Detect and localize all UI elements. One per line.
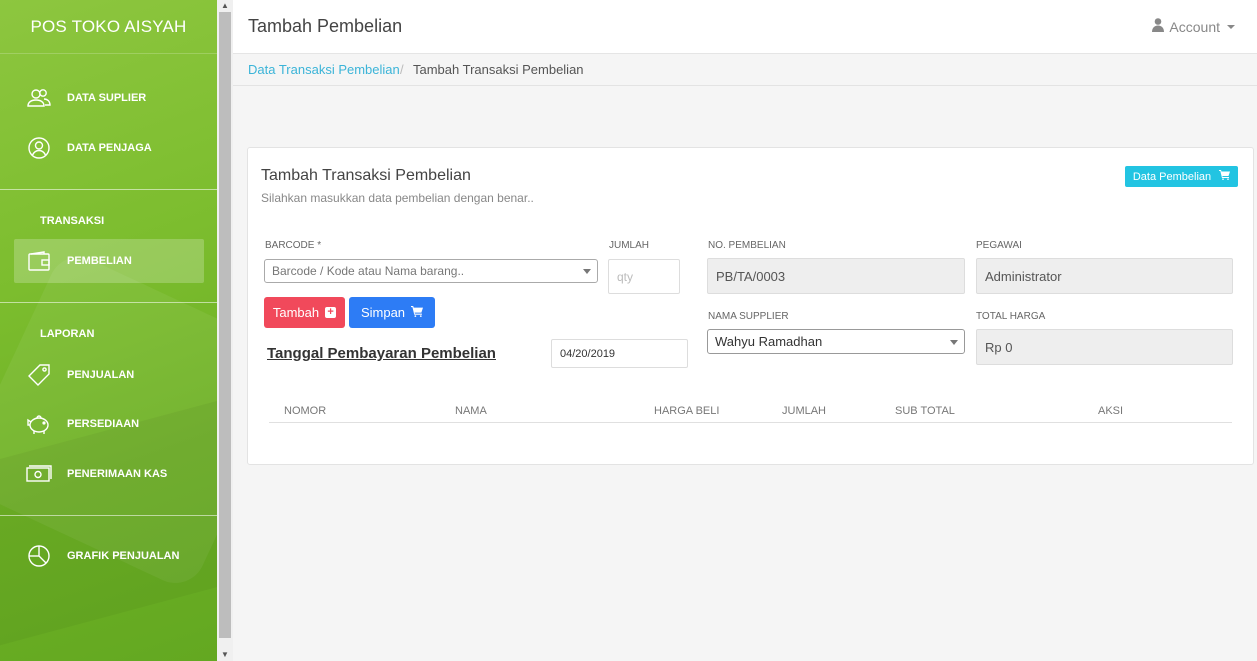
scroll-up-arrow-icon[interactable]: ▲ [217,0,233,12]
sidebar-item-label: PENJUALAN [67,369,135,381]
tanggal-pembayaran-input[interactable]: 04/20/2019 [551,339,688,368]
jumlah-input[interactable]: qty [608,259,680,294]
total-harga-field: Rp 0 [976,329,1233,365]
no-pembelian-field: PB/TA/0003 [707,258,965,294]
sidebar-item-data-penjaga[interactable]: DATA PENJAGA [14,126,204,170]
chevron-down-icon [583,269,591,274]
sidebar-item-label: PENERIMAAN KAS [67,468,168,480]
cart-icon [411,305,424,320]
sidebar-item-penjualan[interactable]: PENJUALAN [14,353,204,397]
table-header-nama: NAMA [455,405,487,417]
breadcrumb-current: Tambah Transaksi Pembelian [413,62,584,77]
simpan-button[interactable]: Simpan [349,297,435,328]
wallet-icon [26,248,52,274]
table-header-sub-total: SUB TOTAL [895,405,955,417]
tag-icon [26,362,52,388]
user-circle-icon [26,135,52,161]
total-harga-value: Rp 0 [985,339,1013,355]
breadcrumb-separator: / [400,62,404,77]
sidebar: POS TOKO AISYAH DATA SUPLIER DATA PENJAG… [0,0,217,661]
account-menu[interactable]: Account [1152,18,1235,35]
sidebar-divider [0,189,217,190]
sidebar-item-data-suplier[interactable]: DATA SUPLIER [14,76,204,120]
brand-title[interactable]: POS TOKO AISYAH [0,0,217,54]
breadcrumb-link-data-transaksi[interactable]: Data Transaksi Pembelian [248,54,400,85]
user-icon [1152,18,1165,35]
tanggal-value: 04/20/2019 [560,347,616,360]
nama-supplier-select[interactable]: Wahyu Ramadhan [707,329,965,354]
panel-subtitle: Silahkan masukkan data pembelian dengan … [261,191,534,205]
page-title: Tambah Pembelian [248,16,403,36]
pegawai-value: Administrator [985,268,1062,284]
pegawai-label: PEGAWAI [976,240,1022,251]
data-pembelian-button[interactable]: Data Pembelian [1125,166,1238,187]
barcode-label: BARCODE * [265,240,322,251]
total-harga-label: TOTAL HARGA [976,311,1046,322]
simpan-label: Simpan [360,305,406,320]
cash-icon [26,461,52,487]
panel-title: Tambah Transaksi Pembelian [261,167,471,184]
account-label: Account [1169,18,1220,35]
jumlah-label: JUMLAH [609,240,650,251]
sidebar-divider [0,515,217,516]
tanggal-heading: Tanggal Pembayaran Pembelian [267,345,496,362]
no-pembelian-value: PB/TA/0003 [716,268,786,284]
barcode-select[interactable]: Barcode / Kode atau Nama barang.. [264,259,598,283]
pie-chart-icon [26,543,52,569]
nama-supplier-value: Wahyu Ramadhan [715,334,823,349]
sidebar-item-label: DATA SUPLIER [67,92,147,104]
piggy-bank-icon [26,411,52,437]
breadcrumb: Data Transaksi Pembelian / Tambah Transa… [233,54,1257,86]
nama-supplier-label: NAMA SUPPLIER [708,311,789,322]
sidebar-scrollbar[interactable]: ▲ ▼ [217,0,233,661]
barcode-placeholder: Barcode / Kode atau Nama barang.. [272,264,465,278]
jumlah-placeholder: qty [617,269,634,284]
sidebar-item-label: DATA PENJAGA [67,142,152,154]
table-header-divider [269,422,1232,423]
table-header-jumlah: JUMLAH [782,405,827,417]
table-header-harga-beli: HARGA BELI [654,405,720,417]
table-header-aksi: AKSI [1098,405,1124,417]
caret-down-icon [1227,24,1235,29]
transaction-panel: Tambah Transaksi Pembelian Silahkan masu… [247,147,1254,465]
pegawai-field: Administrator [976,258,1233,294]
sidebar-item-pembelian[interactable]: PEMBELIAN [14,239,204,283]
sidebar-item-penerimaan-kas[interactable]: PENERIMAAN KAS [14,452,204,496]
chevron-down-icon [950,339,958,345]
sidebar-item-label: GRAFIK PENJUALAN [67,550,180,562]
no-pembelian-label: NO. PEMBELIAN [708,240,786,251]
tambah-button[interactable]: Tambah + [264,297,345,328]
section-laporan: LAPORAN [40,328,95,340]
sidebar-item-grafik-penjualan[interactable]: GRAFIK PENJUALAN [14,534,204,578]
table-header-nomor: NOMOR [284,405,327,417]
users-icon [26,85,52,111]
sidebar-item-persediaan[interactable]: PERSEDIAAN [14,402,204,446]
sidebar-item-label: PERSEDIAAN [67,418,140,430]
cart-icon [1219,170,1231,183]
tambah-label: Tambah [272,305,320,320]
topbar: Tambah Pembelian Account [233,0,1257,54]
section-transaksi: TRANSAKSI [40,215,105,227]
data-pembelian-label: Data Pembelian [1132,170,1212,183]
sidebar-item-label: PEMBELIAN [67,255,132,267]
sidebar-divider [0,302,217,303]
scrollbar-thumb[interactable] [219,12,231,638]
scroll-down-arrow-icon[interactable]: ▼ [217,649,233,661]
plus-square-icon: + [325,307,337,318]
